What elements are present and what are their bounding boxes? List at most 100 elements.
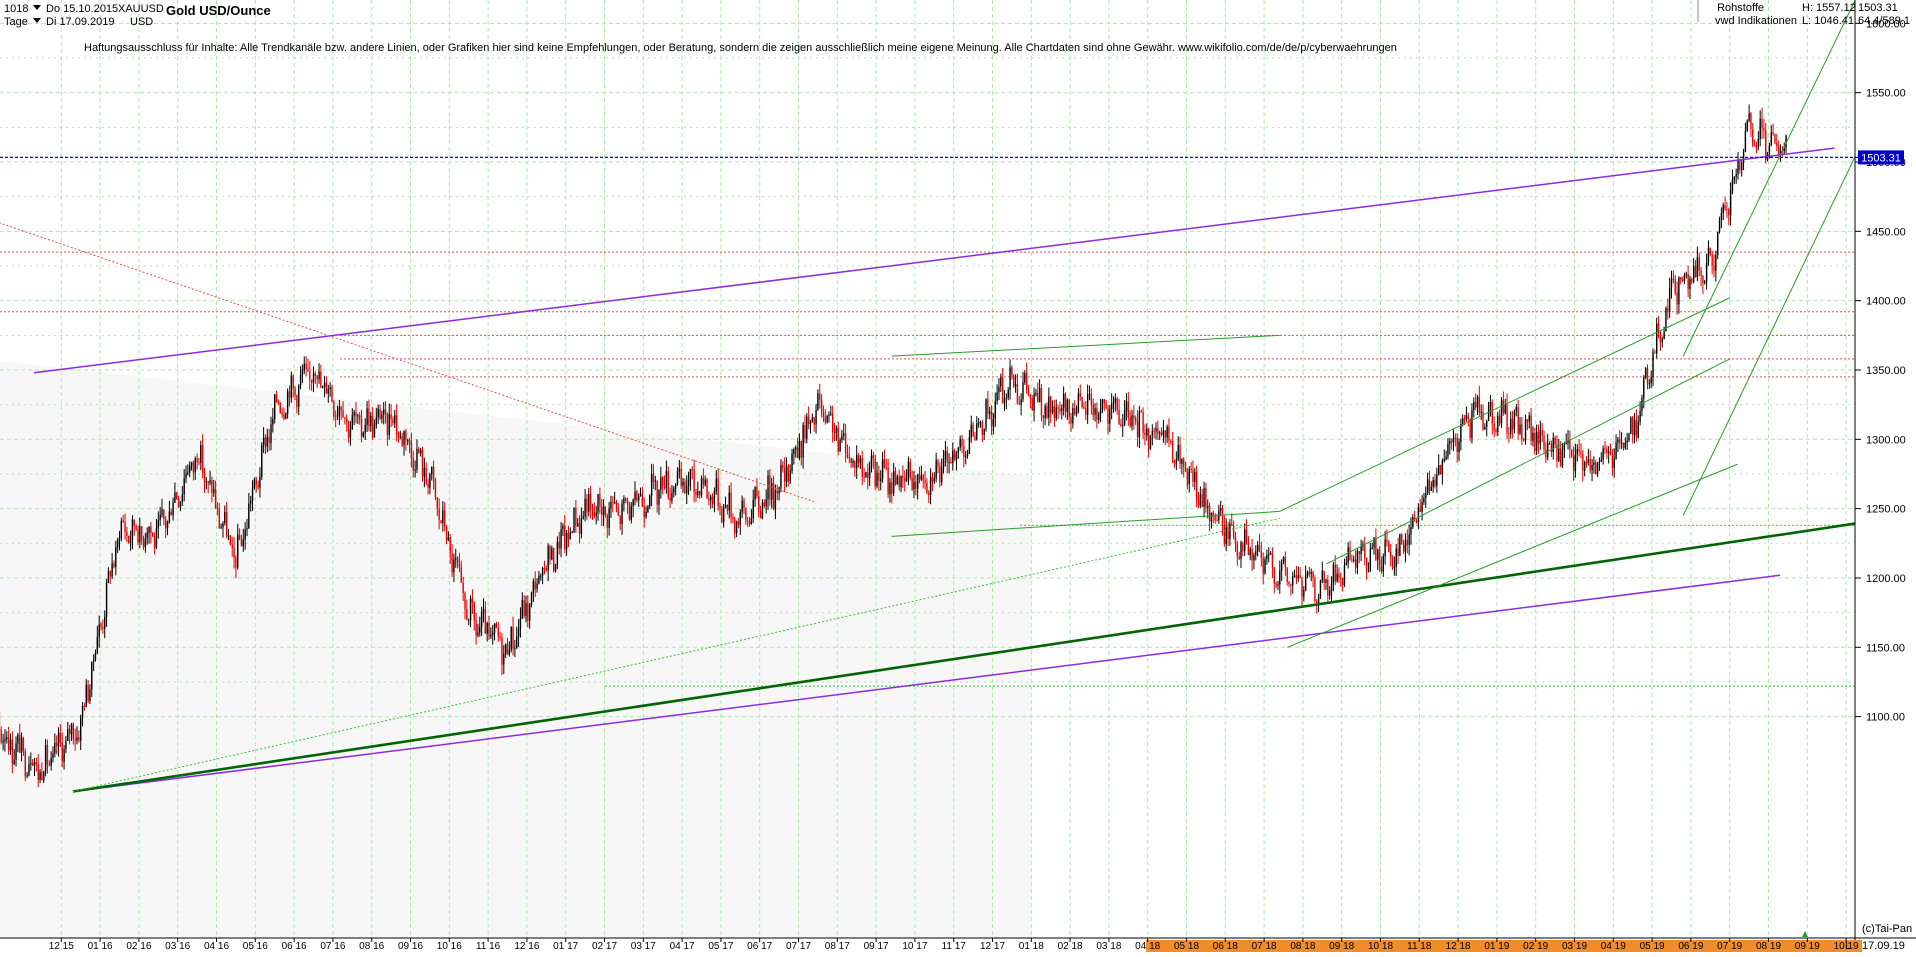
candle-body [1085, 408, 1086, 414]
candle-body [948, 462, 949, 463]
candle-body [531, 593, 532, 604]
candle-body [431, 467, 432, 474]
candle-body [1022, 382, 1023, 399]
candle-body [52, 753, 53, 758]
candle-body [961, 439, 962, 446]
candle-body [256, 480, 257, 485]
candle-body [143, 540, 144, 547]
candle-body [823, 412, 824, 416]
candle-body [104, 617, 105, 629]
candle-body [1759, 119, 1760, 139]
candle-body [634, 492, 635, 500]
candle-body [470, 599, 471, 620]
candle-body [1172, 442, 1173, 463]
candle-body [932, 477, 933, 482]
candle-body [952, 451, 953, 463]
candle-body [1490, 402, 1491, 406]
candle-body [424, 468, 425, 477]
candle-body [121, 521, 122, 538]
candle-body [1615, 442, 1616, 458]
candle-body [1774, 134, 1775, 143]
low-label: L: 1046.41 [1802, 15, 1854, 27]
candle-body [1750, 113, 1751, 129]
candle-body [1473, 402, 1474, 410]
candle-body [1527, 419, 1528, 421]
candle-body [1614, 459, 1615, 468]
candle-body [316, 376, 317, 379]
candle-body [1691, 279, 1692, 282]
candle-body [1251, 549, 1252, 561]
x-tick-label: 08 17 [825, 941, 850, 952]
candle-body [1152, 431, 1153, 435]
candle-body [1292, 576, 1293, 585]
credit-label: (c)Tai-Pan [1862, 923, 1912, 935]
candle-body [1682, 279, 1683, 280]
candle-body [889, 482, 890, 494]
candle-body [1501, 400, 1502, 424]
candle-body [135, 526, 136, 529]
end-date-label: Di 17.09.2019 [46, 16, 115, 28]
candle-body [1754, 145, 1755, 146]
candle-body [1595, 462, 1596, 474]
candle-body [943, 459, 944, 467]
candle-body [1590, 459, 1591, 470]
candle-body [98, 624, 99, 636]
candle-body [1553, 438, 1554, 452]
candle-body [998, 387, 999, 393]
candle-body [128, 536, 129, 543]
candle-body [1687, 274, 1688, 289]
candle-body [1044, 406, 1045, 418]
candle-body [581, 518, 582, 534]
candle-body [1008, 390, 1009, 398]
candle-body [196, 458, 197, 462]
candle-body [58, 733, 59, 746]
candle-body [1582, 454, 1583, 471]
candle-body [335, 416, 336, 417]
candle-body [1436, 475, 1437, 486]
candle-body [682, 482, 683, 486]
candle-body [248, 504, 249, 528]
candle-body [278, 402, 279, 403]
x-tick-label: 10 18 [1368, 941, 1393, 952]
candle-body [381, 415, 382, 419]
candle-body [1650, 377, 1651, 383]
candle-body [836, 428, 837, 433]
candle-body [141, 526, 142, 540]
candle-body [1209, 506, 1210, 521]
candle-body [93, 660, 94, 662]
candle-body [712, 497, 713, 504]
candle-body [383, 410, 384, 415]
candle-body [285, 414, 286, 419]
candle-body [1028, 390, 1029, 395]
candle-body [632, 500, 633, 506]
y-axis: 1100.001150.001200.001250.001300.001350.… [1855, 0, 1906, 724]
candle-body [1510, 419, 1511, 434]
candle-body [741, 501, 742, 513]
candle-body [1449, 441, 1450, 444]
candle-body [1370, 549, 1371, 572]
candle-body [1366, 558, 1367, 572]
candle-body [675, 483, 676, 488]
candle-body [1625, 443, 1626, 448]
candle-body [17, 735, 18, 744]
candle-body [1662, 339, 1663, 342]
y-tick-label: 1250.00 [1866, 504, 1906, 516]
candle-body [706, 480, 707, 499]
candle-body [898, 476, 899, 487]
candle-body [1645, 368, 1646, 377]
candle-body [63, 749, 64, 762]
candle-body [653, 474, 654, 482]
candle-body [1030, 395, 1031, 399]
candle-body [1155, 428, 1156, 431]
candle-body [1364, 544, 1365, 558]
candle-body [620, 515, 621, 524]
candle-body [679, 469, 680, 472]
candle-body [924, 480, 925, 482]
candle-body [176, 492, 177, 498]
candle-body [882, 459, 883, 478]
candle-body [509, 650, 510, 655]
candle-body [329, 387, 330, 389]
candle-body [963, 446, 964, 457]
candle-body [272, 419, 273, 424]
candle-body [753, 500, 754, 519]
